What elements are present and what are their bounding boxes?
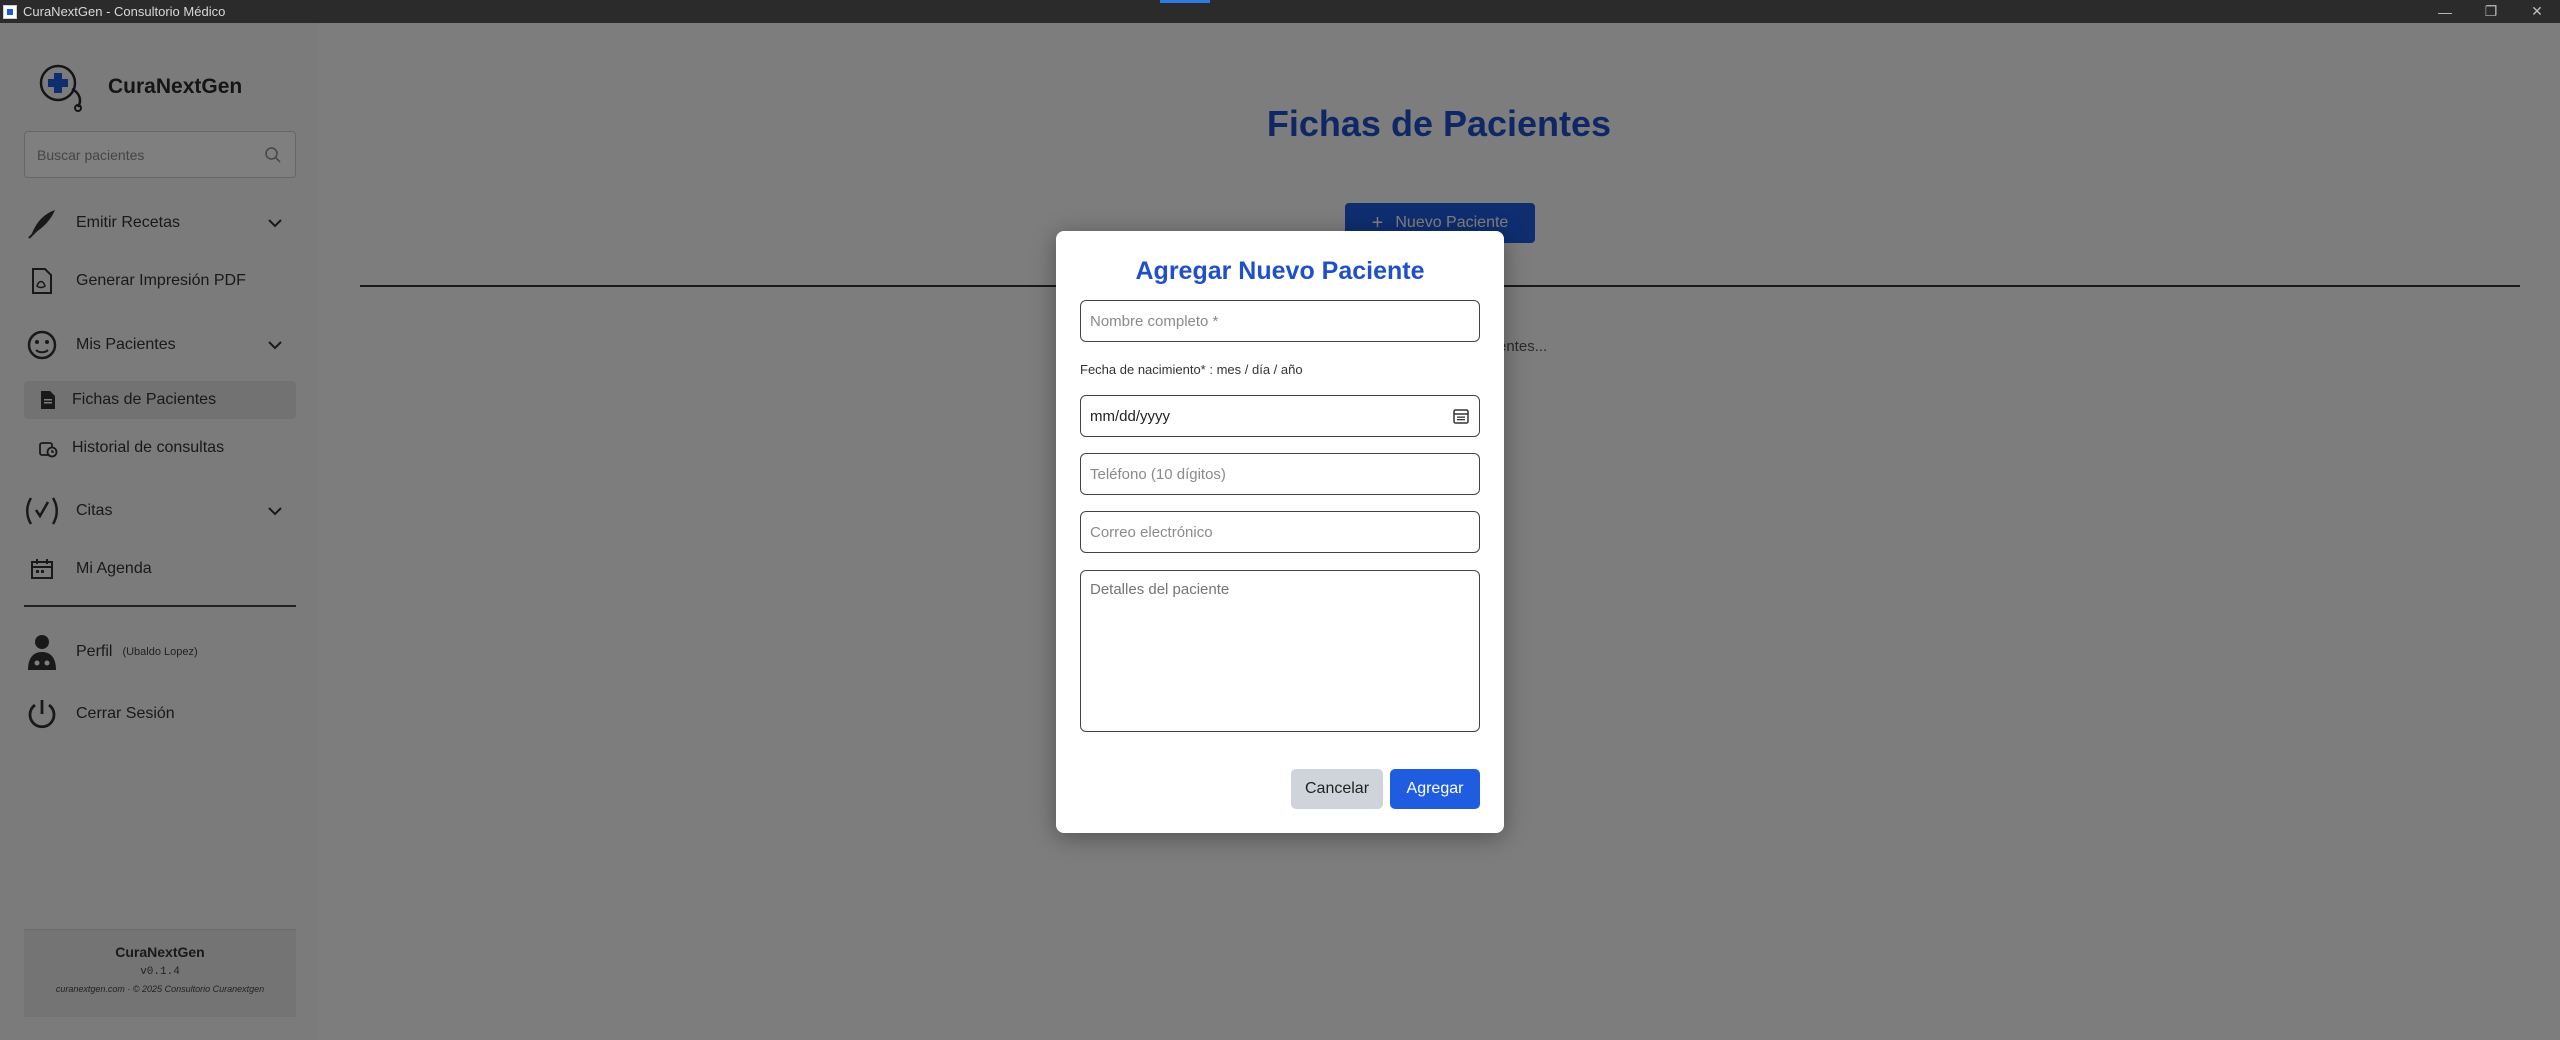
cancel-button[interactable]: Cancelar [1291,769,1383,809]
birthdate-value: mm/dd/yyyy [1090,407,1171,425]
name-input[interactable] [1090,312,1470,330]
app-icon [3,4,17,19]
birthdate-field[interactable]: mm/dd/yyyy [1080,395,1480,437]
window-title: CuraNextGen - Consultorio Médico [23,4,226,19]
add-patient-modal: Agregar Nuevo Paciente Fecha de nacimien… [1056,231,1504,833]
name-field[interactable] [1080,300,1480,342]
details-textarea[interactable] [1080,570,1480,732]
email-input[interactable] [1090,523,1470,541]
window-titlebar: CuraNextGen - Consultorio Médico — ❐ ✕ [0,0,2560,23]
phone-input[interactable] [1090,465,1470,483]
birthdate-label: Fecha de nacimiento* : mes / día / año [1080,362,1303,377]
phone-field[interactable] [1080,453,1480,495]
minimize-button[interactable]: — [2422,0,2468,23]
calendar-picker-icon[interactable] [1452,407,1470,425]
email-field[interactable] [1080,511,1480,553]
titlebar-accent [1160,0,1210,3]
add-button[interactable]: Agregar [1390,769,1480,809]
restore-button[interactable]: ❐ [2468,0,2514,23]
close-window-button[interactable]: ✕ [2514,0,2560,23]
modal-title: Agregar Nuevo Paciente [1135,257,1425,285]
window-controls: — ❐ ✕ [2422,0,2560,23]
